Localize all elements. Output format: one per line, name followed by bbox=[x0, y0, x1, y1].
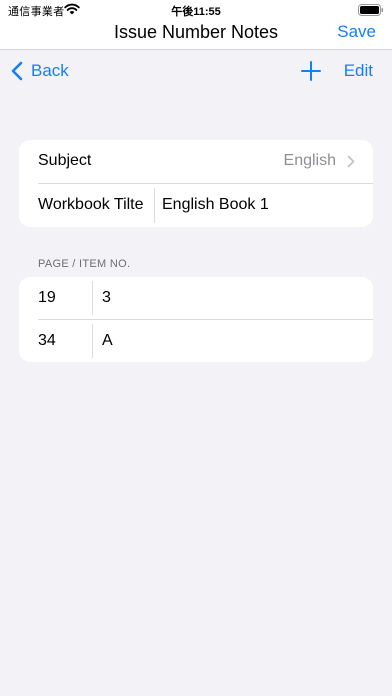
chevron-left-icon bbox=[11, 61, 23, 81]
details-card: Subject English Workbook Tilte English B… bbox=[19, 140, 373, 227]
table-row[interactable]: 19 3 bbox=[19, 277, 373, 319]
title-bar: Issue Number Notes Save bbox=[0, 20, 392, 50]
subject-row[interactable]: Subject English bbox=[19, 140, 373, 183]
item-number-field[interactable]: A bbox=[102, 332, 113, 350]
divider bbox=[154, 188, 155, 223]
subject-value: English bbox=[283, 152, 336, 169]
page-number-field[interactable]: 19 bbox=[38, 289, 56, 307]
back-label: Back bbox=[31, 61, 69, 80]
workbook-title-row: Workbook Tilte English Book 1 bbox=[19, 184, 373, 227]
pages-card: 19 3 34 A bbox=[19, 277, 373, 362]
status-bar: 通信事業者 午後11:55 bbox=[0, 0, 392, 20]
page-number-field[interactable]: 34 bbox=[38, 332, 56, 350]
battery-icon bbox=[358, 4, 384, 16]
back-button[interactable]: Back bbox=[10, 59, 69, 83]
workbook-title-label: Workbook Tilte bbox=[38, 196, 144, 213]
status-time: 午後11:55 bbox=[171, 6, 221, 18]
plus-icon[interactable] bbox=[300, 60, 322, 82]
divider bbox=[92, 324, 93, 358]
save-button[interactable]: Save bbox=[337, 21, 376, 43]
chevron-right-icon bbox=[347, 155, 355, 168]
subject-label: Subject bbox=[38, 152, 92, 169]
screen: 通信事業者 午後11:55 Issue Number Notes Save Ba… bbox=[0, 0, 392, 696]
nav-bar: Back Edit bbox=[0, 50, 392, 92]
item-number-field[interactable]: 3 bbox=[102, 289, 111, 307]
workbook-title-field[interactable]: English Book 1 bbox=[162, 196, 269, 214]
divider bbox=[92, 281, 93, 315]
table-row[interactable]: 34 A bbox=[19, 320, 373, 362]
page-title: Issue Number Notes bbox=[113, 22, 279, 42]
edit-button[interactable]: Edit bbox=[344, 61, 373, 81]
section-header: PAGE / ITEM NO. bbox=[38, 258, 131, 270]
